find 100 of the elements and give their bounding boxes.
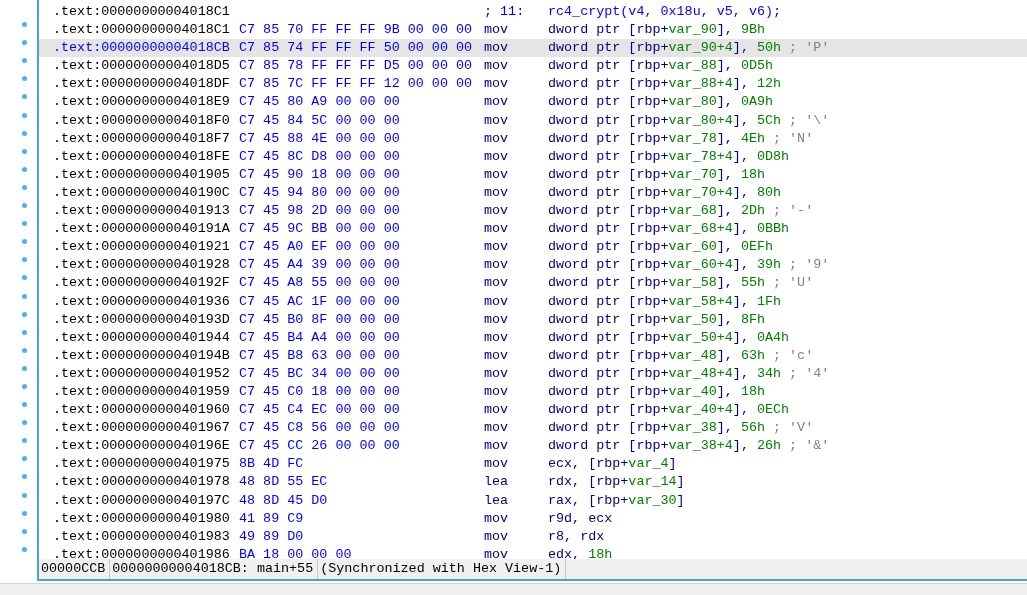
code-line[interactable]: .text:0000000000401980 41 89 C9 mov r9d, ecx bbox=[39, 509, 1027, 528]
operands: r9d, ecx bbox=[548, 509, 613, 528]
dot-icon[interactable] bbox=[22, 311, 27, 317]
code-line[interactable]: .text:0000000000401936 C7 45 AC 1F 00 00 00 mov dword ptr [rbp+var_58+4], 1Fh bbox=[39, 292, 1027, 311]
address-text: .text:0000000000401913 bbox=[53, 202, 230, 221]
code-line[interactable]: .text:000000000040197C 48 8D 45 D0 lea rax, [rbp+var_30] bbox=[39, 491, 1027, 510]
opcode-bytes: 48 8D 45 D0 bbox=[239, 491, 328, 510]
code-line[interactable]: .text:00000000004018FE C7 45 8C D8 00 00 00 mov dword ptr [rbp+var_78+4], 0D8h bbox=[39, 147, 1027, 166]
opcode-bytes: C7 45 A0 EF 00 00 00 bbox=[239, 238, 400, 257]
dot-icon[interactable] bbox=[22, 347, 27, 353]
operands: dword ptr [rbp+var_70], 18h bbox=[548, 165, 765, 184]
dot-icon[interactable] bbox=[22, 383, 27, 389]
address-text: .text:0000000000401983 bbox=[53, 527, 230, 546]
comment: ; 'N' bbox=[773, 129, 814, 148]
code-line[interactable]: .text:0000000000401959 C7 45 C0 18 00 00 00 mov dword ptr [rbp+var_40], 18h bbox=[39, 382, 1027, 402]
dot-icon[interactable] bbox=[22, 365, 27, 371]
code-line[interactable]: .text:00000000004018C1 C7 85 70 FF FF FF 9B 00 00 00 mov dword ptr [rbp+var_90], 9Bh bbox=[39, 21, 1027, 40]
operands: dword ptr [rbp+var_50], 8Fh bbox=[548, 310, 765, 329]
dot-icon[interactable] bbox=[22, 94, 27, 100]
operands: dword ptr [rbp+var_80], 0A9h bbox=[548, 93, 774, 112]
address-text: .text:000000000040196E bbox=[53, 437, 230, 456]
code-line[interactable]: .text:000000000040192F C7 45 A8 55 00 00 00 mov dword ptr [rbp+var_58], 55h ; 'U' bbox=[39, 274, 1027, 293]
mnemonic: mov bbox=[484, 310, 509, 329]
dot-icon[interactable] bbox=[22, 492, 27, 498]
code-line[interactable]: .text:00000000004018F0 C7 45 84 5C 00 00 00 mov dword ptr [rbp+var_80+4], 5Ch ; '\' bbox=[39, 111, 1027, 130]
operands: dword ptr [rbp+var_50+4], 0A4h bbox=[548, 328, 790, 347]
dot-icon[interactable] bbox=[22, 438, 27, 444]
dot-icon[interactable] bbox=[22, 203, 27, 209]
dot-icon[interactable] bbox=[22, 239, 27, 245]
dot-icon[interactable] bbox=[22, 166, 27, 172]
dot-icon[interactable] bbox=[22, 130, 27, 136]
dot-icon[interactable] bbox=[22, 528, 27, 534]
operands: dword ptr [rbp+var_48+4], 34h bbox=[548, 364, 782, 383]
code-line[interactable]: .text:0000000000401967 C7 45 C8 56 00 00 00 mov dword ptr [rbp+var_38], 56h ; 'V' bbox=[39, 419, 1027, 438]
dot-icon[interactable] bbox=[22, 293, 27, 299]
mnemonic: lea bbox=[484, 491, 509, 510]
address-text: .text:0000000000401936 bbox=[53, 292, 230, 311]
dot-icon[interactable] bbox=[22, 257, 27, 263]
mnemonic: mov bbox=[484, 274, 509, 293]
dot-icon[interactable] bbox=[22, 148, 27, 154]
code-line[interactable]: .text:0000000000401978 48 8D 55 EC lea rdx, [rbp+var_14] bbox=[39, 473, 1027, 492]
code-line[interactable]: .text:0000000000401905 C7 45 90 18 00 00 00 mov dword ptr [rbp+var_70], 18h bbox=[39, 165, 1027, 184]
opcode-bytes: 41 89 C9 bbox=[239, 509, 304, 528]
dot-icon[interactable] bbox=[22, 546, 27, 552]
opcode-bytes: C7 85 7C FF FF FF 12 00 00 00 bbox=[239, 75, 473, 94]
source-line-number: ; 11: bbox=[484, 3, 525, 21]
dot-icon[interactable] bbox=[22, 275, 27, 281]
operands: dword ptr [rbp+var_58], 55h bbox=[548, 274, 765, 293]
operands: dword ptr [rbp+var_48], 63h bbox=[548, 346, 765, 365]
operands: dword ptr [rbp+var_90], 9Bh bbox=[548, 21, 765, 40]
code-line[interactable]: .text:0000000000401975 8B 4D FC mov ecx, [rbp+var_4] bbox=[39, 455, 1027, 474]
mnemonic: mov bbox=[484, 21, 509, 40]
dot-icon[interactable] bbox=[22, 510, 27, 516]
code-line[interactable]: .text:000000000040190C C7 45 94 80 00 00 00 mov dword ptr [rbp+var_70+4], 80h bbox=[39, 183, 1027, 203]
opcode-bytes: C7 45 84 5C 00 00 00 bbox=[239, 111, 400, 130]
code-line[interactable]: .text:0000000000401983 49 89 D0 mov r8, rdx bbox=[39, 527, 1027, 546]
code-line[interactable]: .text:0000000000401944 C7 45 B4 A4 00 00 00 mov dword ptr [rbp+var_50+4], 0A4h bbox=[39, 328, 1027, 347]
dot-icon[interactable] bbox=[22, 420, 27, 426]
code-line[interactable]: .text:000000000040194B C7 45 B8 63 00 00 00 mov dword ptr [rbp+var_48], 63h ; 'c' bbox=[39, 346, 1027, 365]
code-line[interactable]: .text:00000000004018F7 C7 45 88 4E 00 00 00 mov dword ptr [rbp+var_78], 4Eh ; 'N' bbox=[39, 129, 1027, 148]
dot-icon[interactable] bbox=[22, 112, 27, 118]
mnemonic: mov bbox=[484, 165, 509, 184]
dot-icon[interactable] bbox=[22, 221, 27, 227]
code-line[interactable]: .text:00000000004018DF C7 85 7C FF FF FF 12 00 00 00 mov dword ptr [rbp+var_88+4], 12h bbox=[39, 75, 1027, 94]
code-line[interactable]: .text:0000000000401952 C7 45 BC 34 00 00 00 mov dword ptr [rbp+var_48+4], 34h ; '4' bbox=[39, 364, 1027, 383]
code-line[interactable]: .text:0000000000401960 C7 45 C4 EC 00 00 00 mov dword ptr [rbp+var_40+4], 0ECh bbox=[39, 401, 1027, 420]
mnemonic: mov bbox=[484, 111, 509, 130]
code-line[interactable]: .text:000000000040196E C7 45 CC 26 00 00 00 mov dword ptr [rbp+var_38+4], 26h ; '&' bbox=[39, 437, 1027, 456]
code-line[interactable]: .text:00000000004018D5 C7 85 78 FF FF FF D5 00 00 00 mov dword ptr [rbp+var_88], 0D5h bbox=[39, 57, 1027, 76]
code-line[interactable]: .text:00000000004018C1 ; 11: rc4_crypt(v4, 0x18u, v5, v6); bbox=[39, 3, 1027, 22]
dot-icon[interactable] bbox=[22, 22, 27, 28]
address-text: .text:0000000000401967 bbox=[53, 419, 230, 438]
code-line[interactable]: .text:000000000040191A C7 45 9C BB 00 00 00 mov dword ptr [rbp+var_68+4], 0BBh bbox=[39, 220, 1027, 239]
mnemonic: mov bbox=[484, 292, 509, 311]
mnemonic: mov bbox=[484, 238, 509, 257]
dot-icon[interactable] bbox=[22, 474, 27, 480]
mnemonic: mov bbox=[484, 419, 509, 438]
comment: ; '-' bbox=[773, 202, 814, 221]
operands: dword ptr [rbp+var_68], 2Dh bbox=[548, 202, 765, 221]
dot-icon[interactable] bbox=[22, 58, 27, 64]
address-text: .text:000000000040194B bbox=[53, 346, 230, 365]
mnemonic: mov bbox=[484, 328, 509, 347]
dot-icon[interactable] bbox=[22, 184, 27, 190]
code-line[interactable]: .text:0000000000401928 C7 45 A4 39 00 00 00 mov dword ptr [rbp+var_60+4], 39h ; '9' bbox=[39, 256, 1027, 275]
code-line[interactable]: .text:0000000000401913 C7 45 98 2D 00 00 00 mov dword ptr [rbp+var_68], 2Dh ; '-' bbox=[39, 202, 1027, 221]
opcode-bytes: C7 45 C8 56 00 00 00 bbox=[239, 419, 400, 438]
dot-icon[interactable] bbox=[22, 76, 27, 82]
dot-icon[interactable] bbox=[22, 40, 27, 46]
code-line[interactable]: .text:00000000004018E9 C7 45 80 A9 00 00 00 mov dword ptr [rbp+var_80], 0A9h bbox=[39, 93, 1027, 112]
operands: dword ptr [rbp+var_60+4], 39h bbox=[548, 256, 782, 275]
opcode-bytes: 49 89 D0 bbox=[239, 527, 304, 546]
address-text: .text:00000000004018FE bbox=[53, 147, 230, 166]
dot-icon[interactable] bbox=[22, 402, 27, 408]
dot-icon[interactable] bbox=[22, 456, 27, 462]
dot-icon[interactable] bbox=[22, 329, 27, 335]
opcode-bytes: C7 45 C0 18 00 00 00 bbox=[239, 382, 400, 401]
address-text: .text:0000000000401952 bbox=[53, 364, 230, 383]
code-line[interactable]: .text:0000000000401921 C7 45 A0 EF 00 00 00 mov dword ptr [rbp+var_60], 0EFh bbox=[39, 238, 1027, 257]
address-text: .text:0000000000401944 bbox=[53, 328, 230, 347]
code-line[interactable]: .text:000000000040193D C7 45 B0 8F 00 00 00 mov dword ptr [rbp+var_50], 8Fh bbox=[39, 310, 1027, 329]
